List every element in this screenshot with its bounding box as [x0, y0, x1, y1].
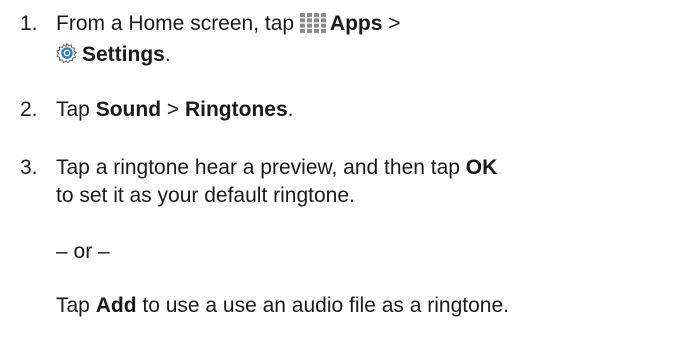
step-number: 3. — [20, 156, 38, 179]
step-number: 2. — [20, 98, 38, 121]
apps-label: Apps — [329, 12, 383, 35]
alt-suffix: to use a use an audio file as a ringtone… — [136, 294, 509, 317]
separator: > — [161, 98, 185, 121]
step-2: 2. Tap Sound > Ringtones. — [0, 96, 689, 124]
alt-prefix: Tap — [56, 294, 96, 317]
step-line: Settings. — [56, 41, 681, 72]
separator: > — [382, 12, 401, 35]
add-label: Add — [95, 294, 137, 317]
step-3: 3. Tap a ringtone hear a preview, and th… — [0, 154, 689, 210]
step-line: Tap Sound > Ringtones. — [56, 96, 681, 124]
sound-label: Sound — [95, 98, 162, 121]
settings-label: Settings — [82, 43, 165, 66]
step-1: 1. From a Home screen, tap Apps > Settin… — [0, 10, 689, 66]
apps-grid-icon — [299, 13, 326, 41]
step-line: Tap a ringtone hear a preview, and then … — [56, 154, 681, 182]
step-text: From a Home screen, tap Apps > Settings. — [56, 10, 681, 72]
step-text: Tap Sound > Ringtones. — [56, 96, 681, 124]
step-line: to set it as your default ringtone. — [56, 184, 355, 207]
step-end: . — [164, 43, 171, 66]
alternative-step: Tap Add to use a use an audio file as a … — [0, 292, 689, 320]
step-end: . — [287, 98, 294, 121]
step-text-prefix: Tap — [56, 98, 96, 121]
or-divider: – or – — [0, 238, 689, 266]
step-line: From a Home screen, tap Apps > — [56, 10, 681, 41]
step-number: 1. — [20, 12, 38, 35]
ringtones-label: Ringtones — [184, 98, 288, 121]
settings-gear-icon — [56, 42, 78, 72]
alternative-text: Tap Add to use a use an audio file as a … — [56, 292, 509, 320]
step-text: Tap a ringtone hear a preview, and then … — [56, 154, 681, 210]
or-text: – or – — [56, 240, 110, 263]
ok-label: OK — [465, 156, 498, 179]
step-text-prefix: Tap a ringtone hear a preview, and then … — [56, 156, 466, 179]
step-text-prefix: From a Home screen, tap — [56, 12, 300, 35]
